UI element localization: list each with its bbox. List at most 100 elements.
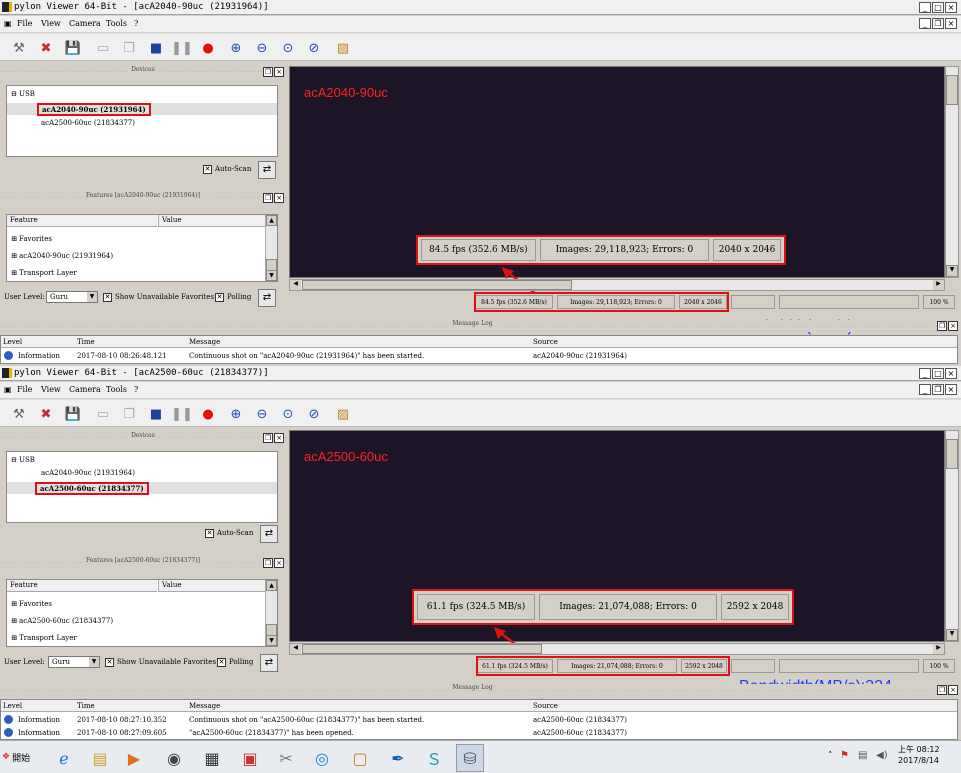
feature-column-header[interactable]: Feature xyxy=(7,215,157,227)
refresh-features-button[interactable]: ⇄ xyxy=(260,654,278,672)
refresh-devices-button[interactable]: ⇄ xyxy=(260,525,278,543)
panel-close-button[interactable]: × xyxy=(274,193,284,203)
eye-vision-icon[interactable]: ◎ xyxy=(308,744,336,772)
single-shot-icon[interactable]: ▭ xyxy=(94,405,112,423)
media-player-icon[interactable]: ▶ xyxy=(120,744,148,772)
close-device-icon[interactable]: ✖ xyxy=(37,405,55,423)
scroll-right-arrow[interactable]: ▶ xyxy=(933,644,944,654)
record-icon[interactable]: ● xyxy=(199,405,217,423)
log-col-level[interactable]: Level xyxy=(3,702,22,710)
feature-row[interactable]: ⊞ Favorites xyxy=(11,235,52,243)
zoom-out-icon[interactable]: ⊖ xyxy=(253,39,271,57)
scroll-down-arrow[interactable]: ▼ xyxy=(266,635,277,646)
feature-row[interactable]: ⊞ acA2500-60uc (21834377) xyxy=(11,617,113,625)
sentech-icon[interactable]: ▦ xyxy=(198,744,226,772)
pause-icon[interactable]: ❚❚ xyxy=(171,405,193,423)
show-unavailable-checkbox[interactable]: ✕ xyxy=(105,658,114,667)
panel-close-button[interactable]: × xyxy=(948,685,958,695)
close-button[interactable]: × xyxy=(945,2,957,13)
s-app-icon[interactable]: Ｓ xyxy=(420,744,448,772)
tools-icon[interactable]: ✂ xyxy=(272,744,300,772)
features-scrollbar[interactable]: ▲ ▼ xyxy=(265,580,277,646)
title-bar[interactable]: pylon Viewer 64-Bit - [acA2040-90uc (219… xyxy=(0,0,961,15)
panel-float-button[interactable]: ❐ xyxy=(263,433,273,443)
panel-float-button[interactable]: ❐ xyxy=(937,685,947,695)
minimize-button[interactable]: _ xyxy=(919,2,931,13)
quill-app-icon[interactable]: ✒ xyxy=(384,744,412,772)
pylon-taskbar-icon[interactable]: ⛁ xyxy=(456,744,484,772)
zoom-100-icon[interactable]: ⊘ xyxy=(305,39,323,57)
scroll-down-arrow[interactable]: ▼ xyxy=(266,270,277,281)
close-button[interactable]: × xyxy=(945,368,957,379)
zoom-in-icon[interactable]: ⊕ xyxy=(227,39,245,57)
image-window-icon[interactable]: ▨ xyxy=(334,405,352,423)
menu-file[interactable]: File xyxy=(17,385,32,394)
auto-scan-checkbox[interactable]: ✕ xyxy=(203,165,212,174)
scroll-thumb[interactable] xyxy=(946,75,958,105)
pause-icon[interactable]: ❚❚ xyxy=(171,39,193,57)
scroll-down-arrow[interactable]: ▼ xyxy=(946,265,958,277)
usb-node[interactable]: ⊟ USB xyxy=(11,456,35,464)
panel-close-button[interactable]: × xyxy=(274,558,284,568)
close-device-icon[interactable]: ✖ xyxy=(37,39,55,57)
menu-camera[interactable]: Camera xyxy=(69,385,101,394)
file-explorer-icon[interactable]: ▤ xyxy=(86,744,114,772)
feature-row[interactable]: ⊞ Transport Layer xyxy=(11,269,77,277)
device-item[interactable]: acA2040-90uc (21931964) xyxy=(41,469,135,477)
scroll-down-arrow[interactable]: ▼ xyxy=(946,629,958,641)
stop-icon[interactable]: ■ xyxy=(147,405,165,423)
viewport-hscrollbar[interactable]: ◀ ▶ xyxy=(289,279,945,291)
scroll-left-arrow[interactable]: ◀ xyxy=(290,280,301,290)
log-col-message[interactable]: Message xyxy=(189,338,220,346)
scroll-thumb[interactable] xyxy=(946,439,958,469)
tray-flag-icon[interactable]: ⚑ xyxy=(840,750,849,761)
menu-camera[interactable]: Camera xyxy=(69,19,101,28)
internet-explorer-icon[interactable]: ℯ xyxy=(50,744,78,772)
panel-close-button[interactable]: × xyxy=(948,321,958,331)
scroll-thumb[interactable] xyxy=(302,644,542,654)
auto-scan-checkbox[interactable]: ✕ xyxy=(205,529,214,538)
monitor-app-icon[interactable]: ▢ xyxy=(346,744,374,772)
device-item-selected[interactable]: acA2500-60uc (21834377) xyxy=(35,482,149,495)
feature-row[interactable]: ⊞ Transport Layer xyxy=(11,634,77,642)
tray-expand-icon[interactable]: ˄ xyxy=(828,751,833,761)
feature-column-header[interactable]: Feature xyxy=(7,580,157,592)
maximize-button[interactable]: □ xyxy=(932,2,944,13)
doc-restore-button[interactable]: ❐ xyxy=(932,384,944,395)
feature-row[interactable]: ⊞ acA2040-90uc (21931964) xyxy=(11,252,113,260)
minimize-button[interactable]: _ xyxy=(919,368,931,379)
open-device-icon[interactable]: ⚒ xyxy=(10,39,28,57)
scroll-thumb[interactable] xyxy=(302,280,572,290)
viewport-vscrollbar[interactable]: ▼ xyxy=(945,66,959,278)
scroll-left-arrow[interactable]: ◀ xyxy=(290,644,301,654)
image-window-icon[interactable]: ▨ xyxy=(334,39,352,57)
value-column-header[interactable]: Value xyxy=(158,580,266,592)
open-device-icon[interactable]: ⚒ xyxy=(10,405,28,423)
polling-checkbox[interactable]: ✕ xyxy=(215,293,224,302)
image-viewport[interactable]: acA2500-60uc 61.1 fps (324.5 MB/s) Image… xyxy=(289,430,945,655)
menu-view[interactable]: View xyxy=(41,385,61,394)
tray-network-icon[interactable]: ▤ xyxy=(858,750,867,761)
user-level-select[interactable]: Guru ▼ xyxy=(48,656,100,668)
menu-tools[interactable]: Tools xyxy=(106,19,127,28)
doc-close-button[interactable]: × xyxy=(945,18,957,29)
panel-float-button[interactable]: ❐ xyxy=(263,193,273,203)
device-item[interactable]: acA2500-60uc (21834377) xyxy=(41,119,135,127)
panel-close-button[interactable]: × xyxy=(274,67,284,77)
usb-node[interactable]: ⊟ USB xyxy=(11,90,35,98)
zoom-fit-icon[interactable]: ⊙ xyxy=(279,405,297,423)
refresh-devices-button[interactable]: ⇄ xyxy=(258,161,276,179)
panel-float-button[interactable]: ❐ xyxy=(263,558,273,568)
feature-row[interactable]: ⊞ Favorites xyxy=(11,600,52,608)
menu-view[interactable]: View xyxy=(41,19,61,28)
scroll-up-arrow[interactable]: ▲ xyxy=(266,580,277,591)
show-unavailable-checkbox[interactable]: ✕ xyxy=(103,293,112,302)
doc-restore-button[interactable]: ❐ xyxy=(932,18,944,29)
teli-icon[interactable]: ▣ xyxy=(236,744,264,772)
log-col-source[interactable]: Source xyxy=(533,702,558,710)
value-column-header[interactable]: Value xyxy=(158,215,266,227)
menu-file[interactable]: File xyxy=(17,19,32,28)
log-col-level[interactable]: Level xyxy=(3,338,22,346)
chevron-down-icon[interactable]: ▼ xyxy=(89,657,99,667)
record-icon[interactable]: ● xyxy=(199,39,217,57)
